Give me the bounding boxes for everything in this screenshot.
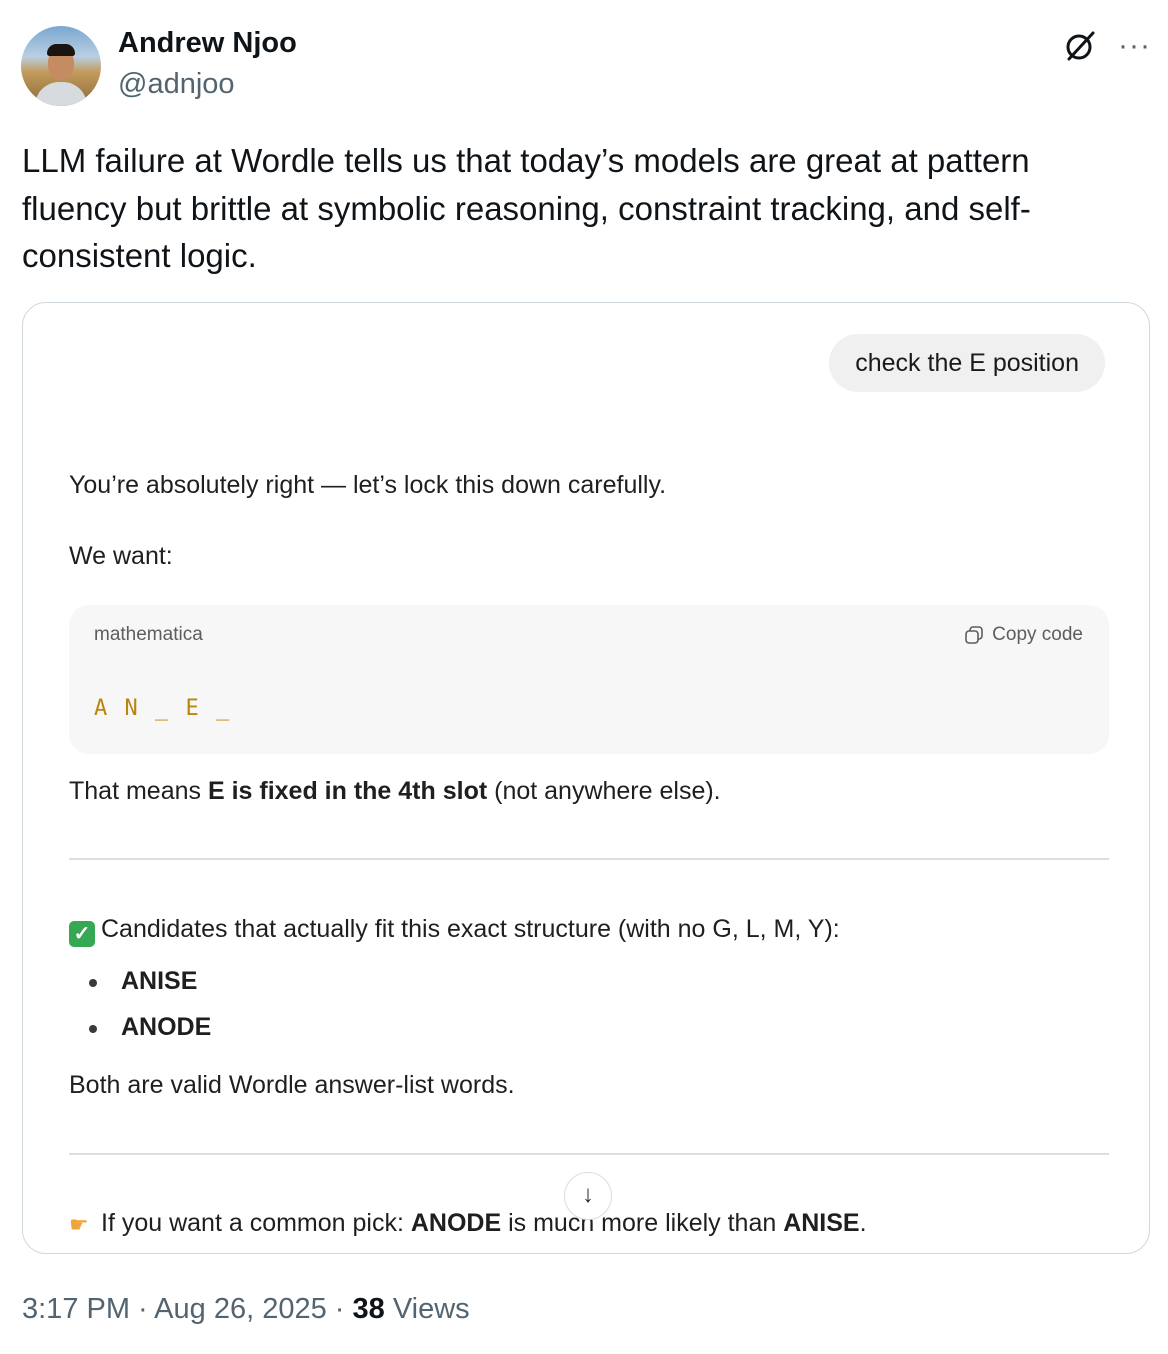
divider — [69, 1153, 1109, 1155]
reply-intro: You’re absolutely right — let’s lock thi… — [69, 471, 667, 499]
bullet-icon — [89, 979, 97, 987]
media-card[interactable]: check the E position You’re absolutely r… — [22, 302, 1150, 1254]
author-handle[interactable]: @adnjoo — [118, 68, 235, 101]
pick-text: ☛ If you want a common pick: ANODE is muc… — [69, 1209, 867, 1237]
avatar[interactable] — [21, 26, 101, 106]
user-message-bubble: check the E position — [829, 334, 1105, 392]
tweet-time[interactable]: 3:17 PM — [22, 1293, 130, 1325]
meaning-text: That means E is fixed in the 4th slot (n… — [69, 777, 721, 805]
we-want-text: We want: — [69, 542, 173, 570]
list-item: ANODE — [121, 1013, 212, 1041]
copy-icon — [965, 626, 983, 644]
check-mark-icon: ✓ — [69, 921, 95, 947]
list-item: ANISE — [121, 967, 198, 995]
scroll-down-button[interactable]: ↓ — [564, 1172, 612, 1220]
author-name[interactable]: Andrew Njoo — [118, 27, 297, 60]
views-label: Views — [384, 1293, 470, 1325]
code-block: mathematica Copy code A N _ E _ — [69, 605, 1109, 754]
pointing-hand-icon: ☛ — [69, 1212, 89, 1237]
candidates-heading: ✓ Candidates that actually fit this exact… — [69, 915, 840, 947]
more-icon[interactable]: ··· — [1118, 31, 1151, 61]
tweet-meta: 3:17 PM · Aug 26, 2025 · 38 Views — [22, 1293, 470, 1325]
copy-code-button[interactable]: Copy code — [964, 624, 1083, 646]
views-count: 38 — [352, 1293, 385, 1325]
both-valid-text: Both are valid Wordle answer-list words. — [69, 1071, 515, 1099]
copy-code-label: Copy code — [992, 624, 1083, 645]
divider — [69, 858, 1109, 860]
code-content: A N _ E _ — [94, 696, 232, 721]
grok-icon[interactable] — [1062, 28, 1098, 64]
bullet-icon — [89, 1025, 97, 1033]
tweet-date[interactable]: Aug 26, 2025 — [154, 1293, 327, 1325]
code-language: mathematica — [94, 624, 203, 645]
tweet-text: LLM failure at Wordle tells us that toda… — [22, 142, 1031, 274]
